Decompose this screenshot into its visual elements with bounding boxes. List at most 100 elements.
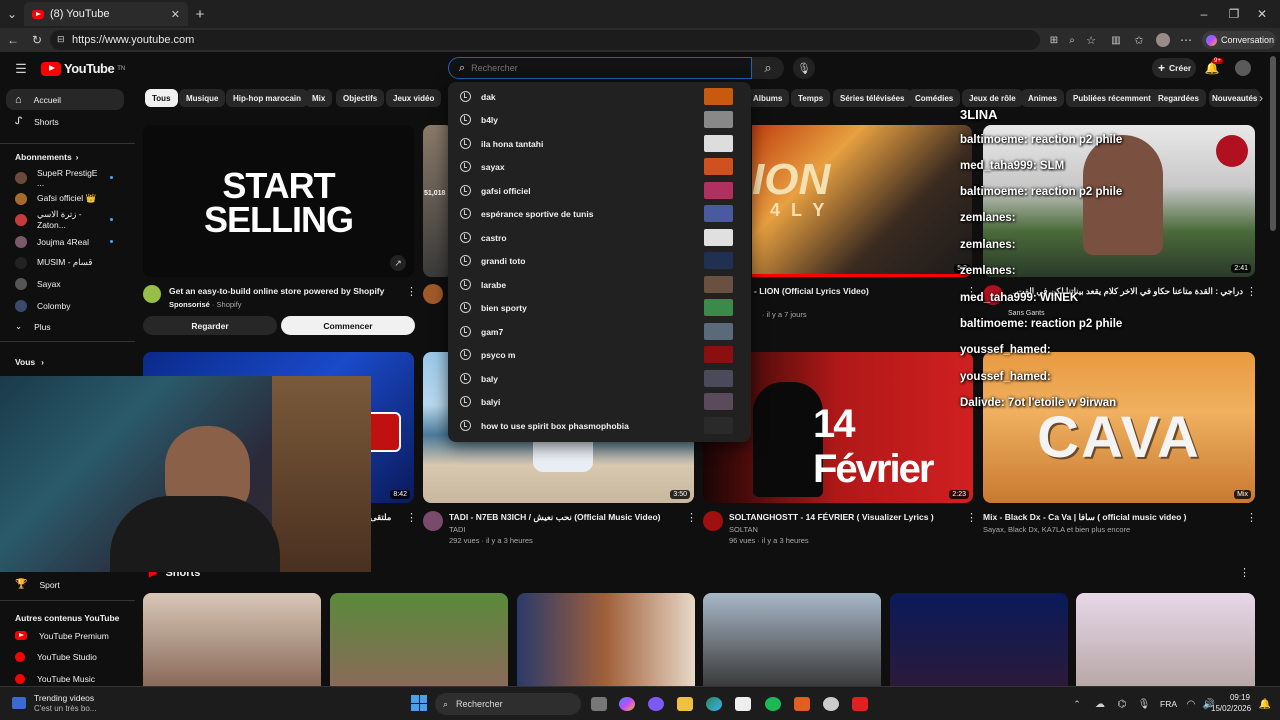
app-launcher-icon[interactable]: [794, 697, 810, 711]
task-view-icon[interactable]: [591, 697, 607, 711]
channel-avatar[interactable]: [423, 511, 443, 531]
ad-start-button[interactable]: Commencer: [281, 316, 415, 335]
trending-title[interactable]: Trending videos: [34, 693, 94, 703]
suggestion-item[interactable]: psyco m: [448, 343, 751, 366]
sidebar-item-youtube-studio[interactable]: YouTube Studio: [0, 646, 135, 667]
video-thumbnail-lion[interactable]: ION 4 L Y 5:3: [752, 125, 972, 277]
taskbar-search-box[interactable]: ⌕ Rechercher: [435, 693, 581, 715]
video-title[interactable]: ملتقى: [370, 512, 391, 523]
copilot-taskbar-icon[interactable]: [619, 697, 635, 711]
sidebar-item-youtube-premium[interactable]: YouTube Premium: [0, 625, 135, 646]
subscription-item[interactable]: Gafsi officiel 👑: [0, 188, 135, 209]
suggestion-item[interactable]: gafsi officiel: [448, 179, 751, 202]
back-icon[interactable]: ←: [6, 32, 20, 48]
search-input[interactable]: [471, 63, 722, 73]
account-avatar[interactable]: [1235, 60, 1251, 76]
suggestion-item[interactable]: how to use spirit box phasmophobia: [448, 414, 751, 437]
chip-jeux-video[interactable]: Jeux vidéo: [386, 89, 442, 107]
chip-albums[interactable]: Albums: [746, 89, 790, 107]
video-title[interactable]: TADI - N7EB N3ICH / نحب نعيش (Official M…: [449, 512, 660, 523]
short-thumbnail[interactable]: [517, 593, 695, 686]
browser-tab[interactable]: (8) YouTube ✕: [24, 2, 188, 26]
clock-time[interactable]: 09:19: [1220, 693, 1250, 702]
suggestion-item[interactable]: espérance sportive de tunis: [448, 202, 751, 225]
shorts-more-icon[interactable]: ⋮: [1239, 566, 1250, 579]
subscription-item[interactable]: MUSIM - قسام: [0, 252, 135, 273]
copilot-button[interactable]: Conversation: [1202, 31, 1276, 49]
suggestion-item[interactable]: dak: [448, 85, 751, 108]
chip-animes[interactable]: Animes: [1021, 89, 1064, 107]
suggestion-item[interactable]: bien sporty: [448, 296, 751, 319]
favorites-icon[interactable]: ✩: [1133, 33, 1145, 47]
video-more-icon[interactable]: ⋮: [966, 511, 977, 524]
external-link-icon[interactable]: ↗: [390, 255, 406, 271]
page-scrollbar-thumb[interactable]: [1270, 56, 1276, 231]
suggestion-item[interactable]: b4ly: [448, 108, 751, 131]
notification-center-icon[interactable]: 🔔: [1259, 698, 1271, 710]
sidebar-subscriptions-heading[interactable]: Abonnements ›: [0, 146, 135, 167]
site-info-icon[interactable]: ⊟: [57, 34, 65, 45]
short-thumbnail[interactable]: [143, 593, 321, 686]
onedrive-icon[interactable]: ☁: [1094, 698, 1106, 710]
ad-title[interactable]: Get an easy-to-build online store powere…: [169, 286, 384, 296]
chip-tous[interactable]: Tous: [145, 89, 178, 107]
video-more-icon[interactable]: ⋮: [406, 511, 417, 524]
short-thumbnail[interactable]: [330, 593, 508, 686]
microsoft-store-icon[interactable]: [735, 697, 751, 711]
tray-overflow-chevron-icon[interactable]: ⌃: [1072, 698, 1082, 710]
create-button[interactable]: + Créer: [1152, 58, 1196, 78]
ad-watch-button[interactable]: Regarder: [143, 316, 277, 335]
channel-avatar[interactable]: [703, 511, 723, 531]
video-title[interactable]: - LION (Official Lyrics Video): [754, 286, 869, 296]
sidebar-item-shorts[interactable]: ᔑ Shorts: [0, 111, 135, 132]
short-thumbnail[interactable]: [890, 593, 1068, 686]
favorite-star-icon[interactable]: ☆: [1085, 33, 1097, 47]
video-more-icon[interactable]: ⋮: [1246, 285, 1257, 298]
short-thumbnail[interactable]: [1076, 593, 1255, 686]
chip-musique[interactable]: Musique: [179, 89, 226, 107]
spotify-icon[interactable]: [765, 697, 781, 711]
video-title[interactable]: Mix - Black Dx - Ca Va | سافا ( official…: [983, 512, 1186, 523]
windows-start-icon[interactable]: [411, 695, 427, 711]
network-icon[interactable]: ⌬: [1116, 698, 1128, 710]
chip-hiphop-marocain[interactable]: Hip-hop marocain: [226, 89, 309, 107]
video-channel[interactable]: TADI: [449, 525, 466, 534]
microphone-icon[interactable]: 🎙: [1138, 698, 1151, 710]
profile-avatar[interactable]: [1156, 33, 1170, 47]
subscription-item[interactable]: SupeR PrestigE ...: [0, 167, 135, 188]
chip-publiees-recemment[interactable]: Publiées récemment: [1066, 89, 1158, 107]
suggestion-item[interactable]: larabe: [448, 273, 751, 296]
input-language[interactable]: FRA: [1160, 699, 1177, 709]
subscription-item[interactable]: Colomby: [0, 295, 135, 316]
discord-icon[interactable]: [648, 697, 664, 711]
suggestion-item[interactable]: sayax: [448, 155, 751, 178]
wifi-icon[interactable]: ◠: [1185, 698, 1197, 710]
tab-actions-chevron-icon[interactable]: ⌄: [4, 6, 20, 22]
chip-jeux-de-role[interactable]: Jeux de rôle: [962, 89, 1023, 107]
suggestion-item[interactable]: baly: [448, 367, 751, 390]
suggestion-item[interactable]: balyi: [448, 390, 751, 413]
refresh-icon[interactable]: ↻: [30, 32, 44, 48]
short-thumbnail[interactable]: [703, 593, 881, 686]
sidebar-show-more[interactable]: ⌄ Plus: [0, 316, 135, 337]
more-options-icon[interactable]: ⋯: [1180, 33, 1192, 47]
youtube-logo[interactable]: YouTube TN: [41, 61, 125, 76]
tab-close-icon[interactable]: ✕: [171, 8, 180, 21]
channel-avatar[interactable]: [423, 284, 443, 304]
menu-hamburger-icon[interactable]: ☰: [14, 61, 28, 76]
chips-next-chevron-icon[interactable]: ›: [1256, 90, 1266, 106]
subscription-item[interactable]: زترة الاسي - Zaton...: [0, 209, 135, 230]
chip-objectifs[interactable]: Objectifs: [336, 89, 385, 107]
suggestion-item[interactable]: ila hona tantahi: [448, 132, 751, 155]
maximize-icon[interactable]: ❐: [1226, 5, 1242, 23]
minimize-icon[interactable]: –: [1196, 5, 1212, 23]
url-bar[interactable]: ⊟ https://www.youtube.com: [50, 30, 1040, 50]
suggestion-item[interactable]: castro: [448, 226, 751, 249]
edge-browser-icon[interactable]: [706, 697, 722, 711]
search-submit-icon[interactable]: ⌕: [752, 57, 784, 79]
video-more-icon[interactable]: ⋮: [686, 511, 697, 524]
video-more-icon[interactable]: ⋮: [1246, 511, 1257, 524]
suggestion-item[interactable]: grandi toto: [448, 249, 751, 272]
chip-comedies[interactable]: Comédies: [908, 89, 961, 107]
video-title[interactable]: SOLTANGHOSTT - 14 FÉVRIER ( Visualizer L…: [729, 512, 934, 522]
